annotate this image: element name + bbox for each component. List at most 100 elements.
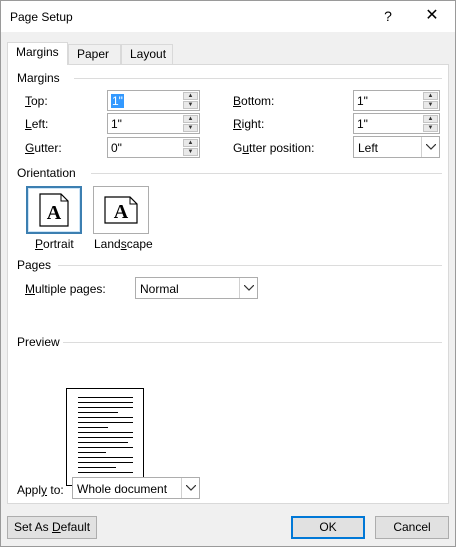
tab-paper[interactable]: Paper: [68, 44, 121, 64]
top-increment-icon[interactable]: ▲: [183, 92, 198, 100]
right-margin-value: 1": [357, 117, 368, 131]
gutter-position-pre: G: [233, 141, 243, 155]
margins-panel: Margins Top: 1" ▲ ▼ Bottom: 1" ▲ ▼ Left:: [7, 64, 449, 504]
set-as-default-button[interactable]: Set As Default: [7, 516, 97, 539]
right-mnemonic: R: [233, 117, 242, 131]
preview-text-line: [78, 417, 133, 418]
ok-button[interactable]: OK: [291, 516, 365, 539]
portrait-glyph: A: [47, 202, 62, 224]
bottom-label-rest: ottom:: [241, 94, 275, 108]
portrait-mnemonic: P: [35, 237, 44, 251]
portrait-button[interactable]: A: [26, 186, 82, 234]
apply-to-dropdown[interactable]: [181, 478, 199, 498]
set-default-rest: efault: [60, 520, 91, 534]
preview-text-line: [78, 412, 118, 413]
right-label-rest: ight:: [241, 117, 265, 131]
apply-to-value: Whole document: [77, 482, 168, 496]
apply-to-label: Apply to:: [17, 483, 64, 497]
landscape-label: Landscape: [94, 237, 153, 251]
left-margin-value: 1": [111, 117, 122, 131]
right-decrement-icon[interactable]: ▼: [423, 124, 438, 132]
preview-section-title: Preview: [17, 335, 60, 349]
top-spinner-arrows: ▲ ▼: [183, 92, 198, 109]
pages-divider: [58, 265, 442, 266]
multiple-pages-mnemonic: M: [25, 282, 35, 296]
top-label: Top:: [25, 94, 48, 108]
chevron-down-icon: [426, 144, 436, 150]
left-decrement-icon[interactable]: ▼: [183, 124, 198, 132]
margins-divider: [74, 78, 442, 79]
gutter-value: 0": [111, 141, 122, 155]
right-increment-icon[interactable]: ▲: [423, 115, 438, 123]
orientation-section-title: Orientation: [17, 166, 76, 180]
help-icon[interactable]: ?: [377, 4, 399, 28]
gutter-position-label: Gutter position:: [233, 141, 314, 155]
tab-margins[interactable]: Margins: [7, 42, 68, 65]
gutter-position-dropdown[interactable]: [421, 137, 439, 157]
gutter-decrement-icon[interactable]: ▼: [183, 148, 198, 156]
set-default-mnemonic: D: [52, 520, 61, 534]
landscape-pre: Land: [94, 237, 121, 251]
tab-margins-label: Margins: [16, 45, 59, 59]
chevron-down-icon: [186, 485, 196, 491]
left-spinner-arrows: ▲ ▼: [183, 115, 198, 132]
window-title: Page Setup: [10, 10, 73, 24]
tab-paper-label: Paper: [77, 47, 110, 61]
bottom-decrement-icon[interactable]: ▼: [423, 101, 438, 109]
gutter-position-select[interactable]: Left: [353, 136, 440, 158]
bottom-margin-spinner[interactable]: 1" ▲ ▼: [353, 90, 440, 111]
left-label: Left:: [25, 117, 48, 131]
chevron-down-icon: [244, 285, 254, 291]
top-margin-spinner[interactable]: 1" ▲ ▼: [107, 90, 200, 111]
top-decrement-icon[interactable]: ▼: [183, 101, 198, 109]
right-margin-spinner[interactable]: 1" ▲ ▼: [353, 113, 440, 134]
preview-text-line: [78, 402, 133, 403]
gutter-spinner-arrows: ▲ ▼: [183, 139, 198, 156]
gutter-label: Gutter:: [25, 141, 62, 155]
preview-text-line: [78, 427, 108, 428]
left-increment-icon[interactable]: ▲: [183, 115, 198, 123]
gutter-spinner[interactable]: 0" ▲ ▼: [107, 137, 200, 158]
top-margin-value: 1": [111, 94, 124, 108]
bottom-increment-icon[interactable]: ▲: [423, 92, 438, 100]
left-mnemonic: L: [25, 117, 32, 131]
page-preview-thumbnail: [66, 388, 144, 486]
multiple-pages-value: Normal: [140, 282, 179, 296]
preview-text-line: [78, 467, 116, 468]
left-label-rest: eft:: [31, 117, 49, 131]
preview-text-line: [78, 447, 133, 448]
margins-section-title: Margins: [17, 71, 60, 85]
preview-text-line: [78, 452, 106, 453]
preview-text-line: [78, 407, 133, 408]
top-label-rest: op:: [31, 94, 48, 108]
preview-divider: [63, 342, 442, 343]
page-setup-dialog: Page Setup ? ✕ Margins Paper Layout Marg…: [0, 0, 456, 547]
apply-to-rest: to:: [47, 483, 64, 497]
landscape-button[interactable]: A: [93, 186, 149, 234]
landscape-rest: cape: [126, 237, 153, 251]
cancel-button[interactable]: Cancel: [375, 516, 449, 539]
portrait-page-icon: A: [39, 193, 69, 227]
multiple-pages-dropdown[interactable]: [239, 278, 257, 298]
multiple-pages-rest: ultiple pages:: [35, 282, 106, 296]
left-margin-spinner[interactable]: 1" ▲ ▼: [107, 113, 200, 134]
preview-text-line: [78, 472, 133, 473]
bottom-mnemonic: B: [233, 94, 242, 108]
gutter-increment-icon[interactable]: ▲: [183, 139, 198, 147]
apply-to-select[interactable]: Whole document: [72, 477, 200, 499]
bottom-spinner-arrows: ▲ ▼: [423, 92, 438, 109]
dialog-client-area: Margins Paper Layout Margins Top: 1" ▲ ▼…: [1, 32, 455, 546]
tab-layout[interactable]: Layout: [121, 44, 173, 64]
title-bar: Page Setup ? ✕: [1, 1, 455, 32]
pages-section-title: Pages: [17, 258, 52, 272]
multiple-pages-select[interactable]: Normal: [135, 277, 258, 299]
bottom-margin-value: 1": [357, 94, 368, 108]
preview-text-line: [78, 442, 128, 443]
close-icon[interactable]: ✕: [419, 4, 445, 28]
preview-text-line: [78, 432, 133, 433]
gutter-label-rest: utter:: [34, 141, 62, 155]
landscape-page-icon: A: [104, 196, 138, 224]
portrait-label-rest: ortrait: [43, 237, 74, 251]
preview-text-line: [78, 422, 133, 423]
gutter-position-rest: tter position:: [249, 141, 315, 155]
